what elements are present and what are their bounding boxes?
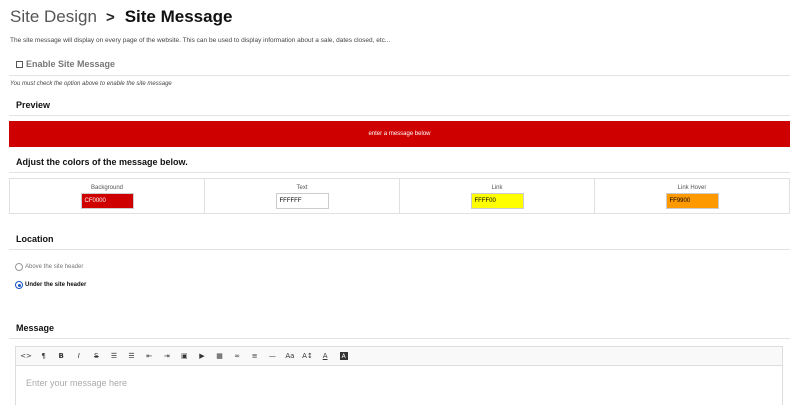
bold-icon[interactable]: B [54,350,68,362]
divider [9,75,790,76]
chevron-right-icon: > [105,8,115,26]
enable-site-message[interactable]: Enable Site Message [16,59,115,69]
line-height-icon[interactable]: A↕ [301,350,315,362]
message-editor: <> ¶ B I S ☰ ☰ ⇤ ⇥ ▣ ▶ ▦ ∞ ≡ — Aa A↕ A A Enter your messag… [15,346,783,405]
font-size-icon[interactable]: Aa [283,350,297,362]
page-description: The site message will display on every p… [10,37,391,44]
divider [9,338,790,339]
indent-icon[interactable]: ⇥ [160,350,174,362]
colors-title: Adjust the colors of the message below. [16,157,188,167]
bulleted-list-icon[interactable]: ☰ [107,350,121,362]
color-label: Text [296,185,308,191]
enable-checkbox[interactable] [16,60,23,68]
radio-under[interactable] [15,281,23,289]
paragraph-icon[interactable]: ¶ [37,350,51,362]
radio-label[interactable]: Under the site header [25,282,86,288]
color-cell-text: Text FFFFFF [205,179,400,213]
color-cell-link-hover: Link Hover FF9900 [595,179,789,213]
radio-label[interactable]: Above the site header [25,264,83,270]
editor-toolbar: <> ¶ B I S ☰ ☰ ⇤ ⇥ ▣ ▶ ▦ ∞ ≡ — Aa A↕ A A [16,347,782,366]
link-hover-color-input[interactable]: FF9900 [665,193,719,209]
breadcrumb: Site Design > Site Message [10,6,232,28]
background-color-icon[interactable]: A [339,352,348,360]
color-label: Background [90,185,124,191]
editor-content[interactable]: Enter your message here [16,366,782,400]
link-icon[interactable]: ∞ [230,350,244,362]
divider [9,249,790,250]
enable-label[interactable]: Enable Site Message [26,59,115,69]
link-color-input[interactable]: FFFF00 [470,193,524,209]
horizontal-rule-icon[interactable]: — [265,350,279,362]
numbered-list-icon[interactable]: ☰ [125,350,139,362]
location-option-under[interactable]: Under the site header [15,281,86,289]
location-option-above[interactable]: Above the site header [15,263,83,271]
code-view-icon[interactable]: <> [19,350,33,362]
location-title: Location [16,234,54,244]
align-icon[interactable]: ≡ [248,350,262,362]
message-preview: enter a message below [9,121,790,147]
preview-text: enter a message below [368,131,431,137]
color-cell-background: Background CF0000 [10,179,205,213]
page-title: Site Message [124,7,233,26]
enable-note: You must check the option above to enabl… [10,81,172,87]
strikethrough-icon[interactable]: S [89,350,103,362]
divider [9,115,790,116]
color-settings-table: Background CF0000 Text FFFFFF Link FFFF0… [9,178,790,214]
preview-title: Preview [16,100,51,110]
outdent-icon[interactable]: ⇤ [142,350,156,362]
breadcrumb-parent-link[interactable]: Site Design [10,7,97,27]
color-label: Link Hover [677,185,707,191]
font-color-icon[interactable]: A [318,350,332,362]
radio-above[interactable] [15,263,23,271]
color-label: Link [491,185,503,191]
italic-icon[interactable]: I [72,350,86,362]
editor-placeholder[interactable]: Enter your message here [26,378,772,388]
background-color-input[interactable]: CF0000 [80,193,134,209]
message-title: Message [16,323,55,333]
color-cell-link: Link FFFF00 [400,179,595,213]
table-icon[interactable]: ▦ [213,350,227,362]
divider [9,172,790,173]
image-icon[interactable]: ▣ [177,350,191,362]
text-color-input[interactable]: FFFFFF [275,193,329,209]
video-icon[interactable]: ▶ [195,350,209,362]
